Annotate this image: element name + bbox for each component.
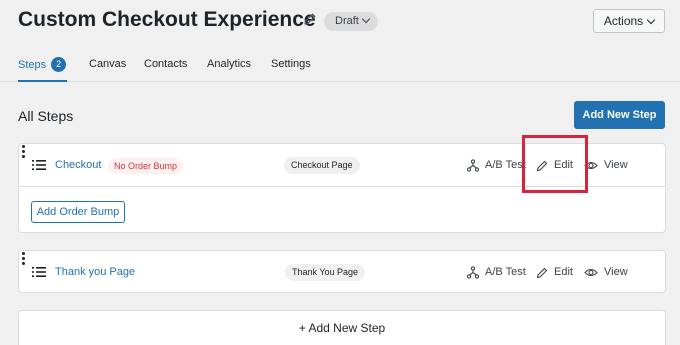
tab-contacts[interactable]: Contacts (144, 58, 187, 70)
add-step-card: + Add New Step (18, 310, 666, 345)
ab-test-label: A/B Test (485, 266, 526, 278)
tab-settings[interactable]: Settings (271, 58, 311, 70)
tabs-divider (0, 81, 680, 82)
chevron-down-icon (361, 14, 371, 24)
more-vertical-icon[interactable] (19, 145, 27, 161)
actions-button[interactable]: Actions (593, 9, 665, 33)
tab-canvas[interactable]: Canvas (89, 58, 126, 70)
tab-analytics[interactable]: Analytics (207, 58, 251, 70)
active-tab-indicator (18, 80, 67, 82)
step-card: Thank you Page Thank You Page A/B Test E… (18, 250, 666, 293)
add-new-step-button[interactable]: Add New Step (574, 101, 665, 129)
no-order-bump-badge: No Order Bump (108, 158, 184, 174)
drag-handle-icon[interactable] (32, 159, 46, 171)
step-name-link[interactable]: Checkout (55, 159, 101, 171)
page-title: Custom Checkout Experience (18, 8, 316, 31)
status-badge[interactable]: Draft (324, 12, 378, 31)
step-name-link[interactable]: Thank you Page (55, 266, 135, 278)
edit-label: Edit (554, 266, 573, 278)
ab-test-icon (467, 159, 479, 172)
edit-icon (536, 160, 548, 172)
ab-test-icon (467, 266, 479, 279)
ab-test-label: A/B Test (485, 159, 526, 171)
ab-test-button[interactable]: A/B Test (467, 266, 526, 280)
view-button[interactable]: View (584, 266, 632, 280)
add-new-step-bottom-button[interactable]: + Add New Step (19, 321, 665, 335)
view-button[interactable]: View (584, 159, 632, 173)
step-type-badge: Thank You Page (285, 264, 366, 281)
edit-label: Edit (554, 159, 573, 171)
card-divider (19, 186, 665, 187)
edit-button[interactable]: Edit (536, 266, 576, 280)
edit-button[interactable]: Edit (536, 159, 576, 173)
view-label: View (604, 266, 628, 278)
view-label: View (604, 159, 628, 171)
status-badge-label: Draft (335, 15, 359, 27)
eye-icon (584, 161, 598, 170)
ab-test-button[interactable]: A/B Test (467, 159, 526, 173)
pencil-icon[interactable] (303, 12, 317, 26)
section-title: All Steps (18, 108, 74, 124)
steps-count-badge: 2 (51, 57, 67, 72)
step-type-badge: Checkout Page (284, 157, 360, 174)
actions-button-label: Actions (603, 14, 644, 28)
tab-steps[interactable]: Steps 2 (18, 57, 67, 73)
drag-handle-icon[interactable] (32, 266, 46, 278)
edit-icon (536, 267, 548, 279)
step-row: Thank you Page Thank You Page A/B Test E… (19, 251, 665, 294)
chevron-down-icon (646, 15, 656, 25)
more-vertical-icon[interactable] (19, 252, 27, 268)
eye-icon (584, 268, 598, 277)
step-row: Checkout No Order Bump Checkout Page A/B… (19, 144, 665, 187)
add-order-bump-button[interactable]: Add Order Bump (31, 201, 125, 223)
step-card: Checkout No Order Bump Checkout Page A/B… (18, 143, 666, 233)
tab-steps-label: Steps (18, 59, 47, 71)
